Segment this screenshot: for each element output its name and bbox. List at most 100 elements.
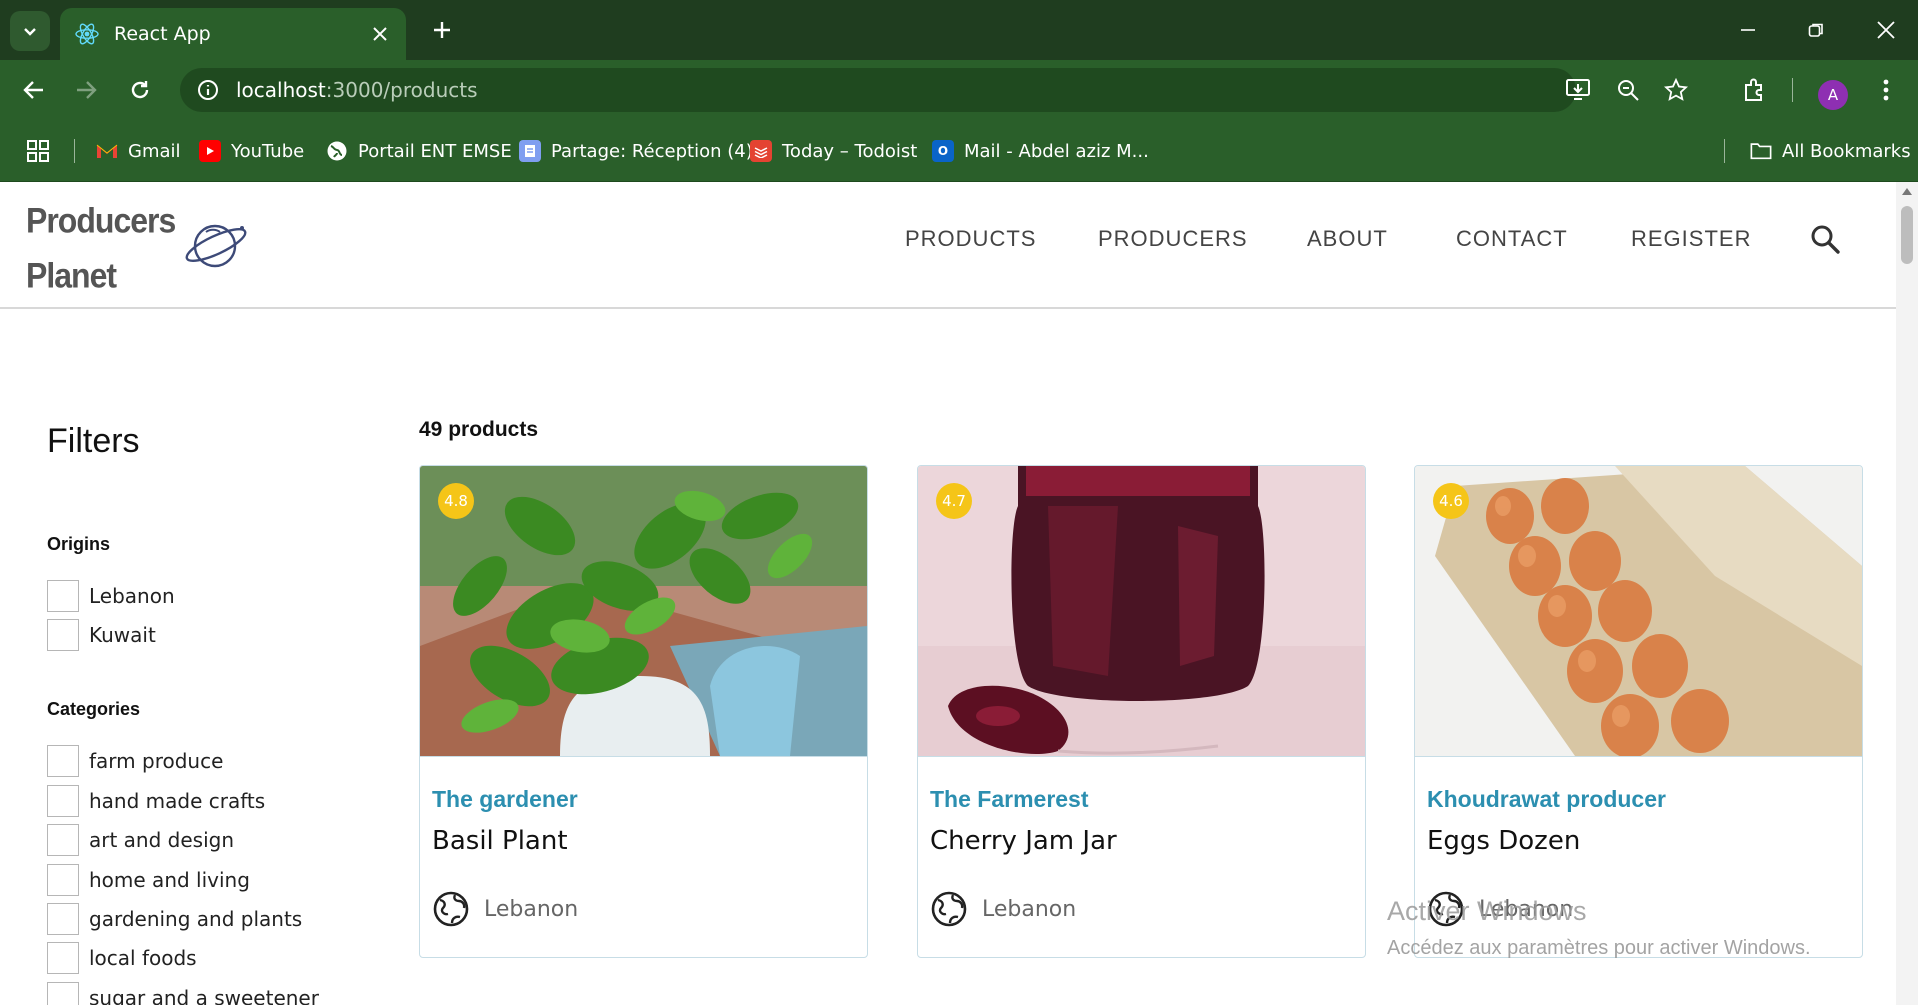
site-info-icon[interactable] (194, 76, 222, 104)
bookmark-outlook-mail[interactable]: O Mail - Abdel aziz M... (932, 136, 1149, 166)
checkbox[interactable] (47, 982, 79, 1005)
bookmark-todoist[interactable]: Today – Todoist (750, 136, 917, 166)
filter-origin-lebanon[interactable]: Lebanon (47, 580, 175, 612)
card-divider (1415, 756, 1862, 757)
product-image-basil[interactable]: 4.8 (420, 466, 867, 756)
filters-heading: Filters (47, 422, 140, 460)
back-button[interactable] (14, 70, 54, 110)
youtube-icon (199, 140, 221, 162)
bookmark-youtube[interactable]: YouTube (199, 136, 304, 166)
rating-badge: 4.7 (936, 483, 972, 519)
product-name[interactable]: Cherry Jam Jar (930, 826, 1117, 856)
checkbox[interactable] (47, 785, 79, 817)
product-count: 49 products (419, 418, 539, 441)
nav-about[interactable]: ABOUT (1307, 226, 1388, 252)
browser-toolbar: localhost:3000/products (0, 60, 1918, 120)
nav-contact[interactable]: CONTACT (1456, 226, 1568, 252)
close-tab-icon[interactable] (368, 22, 392, 46)
filter-origin-kuwait[interactable]: Kuwait (47, 619, 156, 651)
bookmark-label: Mail - Abdel aziz M... (964, 140, 1149, 162)
extensions-icon[interactable] (1736, 72, 1772, 108)
earth-icon (433, 891, 469, 927)
product-origin: Lebanon (982, 897, 1077, 922)
filter-category-hand-made-crafts[interactable]: hand made crafts (47, 785, 265, 817)
browser-tab-strip: React App (0, 0, 1918, 60)
url-path: :3000/products (325, 78, 478, 102)
url-host: localhost (236, 78, 326, 102)
filter-category-home-and-living[interactable]: home and living (47, 864, 250, 896)
install-app-icon[interactable] (1562, 74, 1594, 106)
product-card[interactable]: 4.6 Khoudrawat producer Eggs Dozen Leban… (1414, 465, 1863, 958)
nav-products[interactable]: PRODUCTS (905, 226, 1036, 252)
rating-badge: 4.8 (438, 483, 474, 519)
filter-label: gardening and plants (89, 907, 303, 931)
checkbox[interactable] (47, 619, 79, 651)
checkbox[interactable] (47, 864, 79, 896)
page-scrollbar[interactable] (1896, 182, 1918, 1005)
bookmark-separator (74, 139, 75, 163)
producer-link[interactable]: The gardener (432, 786, 578, 813)
checkbox[interactable] (47, 580, 79, 612)
close-window-button[interactable] (1856, 8, 1916, 52)
checkbox[interactable] (47, 942, 79, 974)
windows-activation-watermark: Activer Windows (1387, 896, 1587, 926)
browser-menu-icon[interactable] (1868, 72, 1904, 108)
site-header: Producers Planet PRODUCTS PRODUCERS ABOU… (0, 182, 1896, 309)
bookmark-label: Partage: Réception (4) (551, 140, 753, 162)
producer-link[interactable]: Khoudrawat producer (1427, 786, 1666, 813)
scroll-up-arrow[interactable] (1902, 188, 1912, 195)
all-bookmarks-button[interactable]: All Bookmarks (1750, 136, 1911, 166)
nav-register[interactable]: REGISTER (1631, 226, 1751, 252)
filter-label: art and design (89, 828, 235, 852)
scroll-thumb[interactable] (1901, 206, 1913, 264)
product-name[interactable]: Basil Plant (432, 826, 568, 856)
react-logo-icon (75, 23, 99, 45)
url-text[interactable]: localhost:3000/products (236, 78, 478, 102)
arrow-right-icon (77, 81, 97, 99)
profile-avatar[interactable]: A (1818, 80, 1848, 110)
site-logo[interactable]: Producers Planet (26, 193, 176, 303)
globe-icon (326, 140, 348, 162)
categories-heading: Categories (47, 699, 141, 719)
filter-category-art-and-design[interactable]: art and design (47, 824, 234, 856)
tab-search-button[interactable] (10, 11, 50, 51)
product-image-eggs[interactable]: 4.6 (1415, 466, 1862, 756)
product-card[interactable]: 4.8 The gardener Basil Plant Lebanon (419, 465, 868, 958)
bookmarks-bar: Gmail YouTube Portail ENT EMSE Partage: … (0, 120, 1918, 182)
restore-button[interactable] (1786, 8, 1846, 52)
folder-icon (1750, 140, 1772, 162)
outlook-icon: O (932, 140, 954, 162)
search-icon[interactable] (1808, 222, 1842, 256)
product-card[interactable]: 4.7 The Farmerest Cherry Jam Jar Lebanon (917, 465, 1366, 958)
restore-icon (1808, 23, 1823, 37)
zoom-icon[interactable] (1612, 74, 1644, 106)
nav-producers[interactable]: PRODUCERS (1098, 226, 1248, 252)
checkbox[interactable] (47, 824, 79, 856)
forward-button[interactable] (66, 70, 106, 110)
bookmark-label: Today – Todoist (782, 140, 918, 162)
address-bar[interactable]: localhost:3000/products (180, 68, 1688, 112)
tab-title: React App (114, 23, 211, 45)
minimize-button[interactable] (1718, 8, 1778, 52)
filter-category-farm-produce[interactable]: farm produce (47, 745, 223, 777)
new-tab-button[interactable] (424, 12, 460, 48)
logo-line-2: Planet (26, 255, 117, 296)
filter-category-local-foods[interactable]: local foods (47, 942, 197, 974)
product-name[interactable]: Eggs Dozen (1427, 826, 1580, 856)
bookmark-gmail[interactable]: Gmail (96, 136, 181, 166)
bookmark-star-icon[interactable] (1660, 74, 1692, 106)
filter-category-gardening-and-plants[interactable]: gardening and plants (47, 903, 302, 935)
reload-button[interactable] (120, 70, 160, 110)
product-image-cherry-jam[interactable]: 4.7 (918, 466, 1365, 756)
browser-tab-active[interactable]: React App (60, 8, 406, 60)
filter-category-sugar-and-a-sweetener[interactable]: sugar and a sweetener (47, 982, 319, 1005)
bookmark-partage[interactable]: Partage: Réception (4) (519, 136, 753, 166)
apps-grid-button[interactable] (26, 136, 50, 166)
filter-label: local foods (89, 946, 197, 970)
bookmark-portail-ent[interactable]: Portail ENT EMSE (326, 136, 512, 166)
checkbox[interactable] (47, 745, 79, 777)
producer-link[interactable]: The Farmerest (930, 786, 1089, 813)
filter-label: Kuwait (89, 623, 156, 647)
checkbox[interactable] (47, 903, 79, 935)
rating-badge: 4.6 (1433, 483, 1469, 519)
